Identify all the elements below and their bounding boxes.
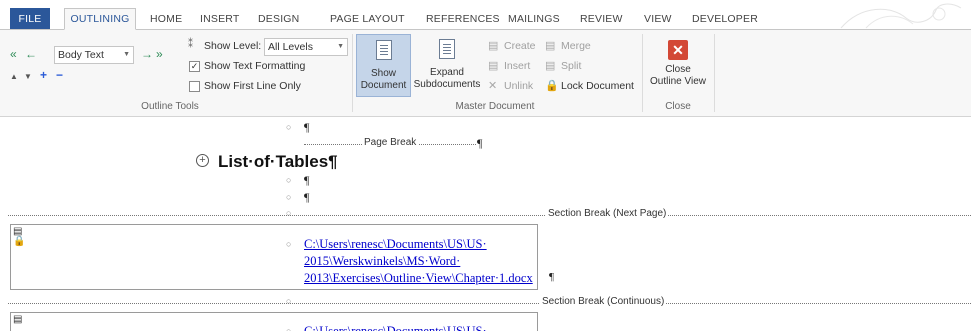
- tab-review[interactable]: REVIEW: [576, 9, 627, 30]
- move-down-icon[interactable]: ▼: [24, 70, 32, 84]
- close-outline-view-label: Close Outline View: [650, 64, 706, 87]
- expand-icon[interactable]: +: [40, 68, 47, 82]
- outline-level-select[interactable]: Body Text ▼: [54, 46, 134, 64]
- insert-button[interactable]: Insert: [504, 60, 530, 72]
- show-text-formatting-checkbox[interactable]: ✓: [189, 61, 200, 72]
- group-divider: [642, 34, 643, 112]
- expand-subdocuments-icon: [439, 39, 455, 59]
- tab-home[interactable]: HOME: [146, 9, 186, 30]
- lock-document-icon: 🔒: [545, 80, 559, 92]
- paragraph-mark: ¶: [549, 271, 554, 283]
- create-icon: ▤: [488, 40, 499, 52]
- section-break-next-page-label: Section Break (Next Page): [546, 208, 669, 219]
- lock-document-button[interactable]: Lock Document: [561, 80, 634, 92]
- tab-design[interactable]: DESIGN: [254, 9, 303, 30]
- expand-heading-icon[interactable]: +: [196, 154, 209, 167]
- paragraph-mark: ¶: [304, 120, 310, 134]
- subdocument-link[interactable]: 2013\Exercises\Outline·View\Chapter·1.do…: [304, 270, 533, 286]
- show-level-select[interactable]: All Levels ▼: [264, 38, 348, 56]
- tab-outlining[interactable]: OUTLINING: [64, 8, 136, 30]
- heading-list-of-tables: List·of·Tables¶: [218, 152, 338, 171]
- body-text-bullet-icon: ○: [286, 326, 292, 331]
- page-break-label: Page Break: [362, 137, 419, 148]
- subdocument-link[interactable]: 2015\Werskwinkels\MS·Word·: [304, 253, 460, 269]
- body-text-bullet-icon: ○: [286, 122, 292, 132]
- body-text-bullet-icon: ○: [286, 175, 292, 185]
- unlink-icon: ✕: [488, 80, 498, 92]
- show-first-line-only-checkbox[interactable]: [189, 81, 200, 92]
- section-break-continuous-label: Section Break (Continuous): [540, 296, 667, 307]
- merge-button[interactable]: Merge: [561, 40, 591, 52]
- outline-level-value: Body Text: [58, 49, 104, 61]
- tab-developer[interactable]: DEVELOPER: [688, 9, 762, 30]
- tab-references[interactable]: REFERENCES: [422, 9, 504, 30]
- close-group-label: Close: [665, 101, 691, 112]
- expand-subdocuments-button[interactable]: Expand Subdocuments: [412, 34, 482, 97]
- tab-insert[interactable]: INSERT: [196, 9, 244, 30]
- body-text-bullet-icon: ○: [286, 239, 292, 249]
- document-area[interactable]: ○ ¶ Page Break ¶ + List·of·Tables¶ ○ ¶ ○…: [0, 118, 971, 331]
- promote-icon[interactable]: ←: [25, 47, 37, 61]
- section-break-line: [8, 215, 971, 216]
- demote-icon[interactable]: →: [141, 47, 153, 61]
- outline-tools-group-label: Outline Tools: [141, 101, 199, 112]
- show-text-formatting-label: Show Text Formatting: [204, 60, 306, 72]
- tab-view[interactable]: VIEW: [640, 9, 676, 30]
- decorative-swirl-icon: [840, 3, 962, 29]
- group-divider: [714, 34, 715, 112]
- subdocument-link[interactable]: C:\Users\renesc\Documents\US\US·: [304, 323, 487, 331]
- show-document-button[interactable]: Show Document: [356, 34, 411, 97]
- subdocument-icon: ▤: [13, 314, 23, 325]
- split-icon: ▤: [545, 60, 556, 72]
- show-level-icon: ⁑: [188, 39, 193, 50]
- unlink-button[interactable]: Unlink: [504, 80, 533, 92]
- chevron-down-icon: ▼: [123, 51, 130, 58]
- tab-page-layout[interactable]: PAGE LAYOUT: [326, 9, 409, 30]
- group-divider: [352, 34, 353, 112]
- merge-icon: ▤: [545, 40, 556, 52]
- chevron-down-icon: ▼: [337, 43, 344, 50]
- expand-subdocuments-label: Expand Subdocuments: [413, 67, 481, 90]
- section-break-line: [8, 303, 971, 304]
- paragraph-mark: ¶: [477, 136, 483, 150]
- body-text-bullet-icon: ○: [286, 296, 292, 306]
- demote-to-body-text-icon[interactable]: »: [156, 47, 163, 61]
- body-text-bullet-icon: ○: [286, 192, 292, 202]
- body-text-bullet-icon: ○: [286, 208, 292, 218]
- tab-mailings[interactable]: MAILINGS: [504, 9, 564, 30]
- create-button[interactable]: Create: [504, 40, 536, 52]
- lock-icon: 🔒: [13, 236, 26, 247]
- tab-file[interactable]: FILE: [10, 8, 50, 30]
- show-level-label: Show Level:: [204, 40, 262, 52]
- show-level-value: All Levels: [268, 41, 313, 53]
- master-document-group-label: Master Document: [455, 101, 535, 112]
- close-icon: ✕: [668, 40, 688, 60]
- move-up-icon[interactable]: ▲: [10, 70, 18, 84]
- ribbon-tabs: FILE OUTLINING HOME INSERT DESIGN PAGE L…: [0, 0, 971, 30]
- subdocument-link[interactable]: C:\Users\renesc\Documents\US\US·: [304, 236, 487, 252]
- collapse-icon[interactable]: −: [56, 68, 63, 82]
- ribbon: « ← Body Text ▼ → » ▲ ▼ + − ⁑ Show Level…: [0, 29, 971, 117]
- insert-icon: ▤: [488, 60, 499, 72]
- show-document-icon: [375, 40, 392, 60]
- show-first-line-only-label: Show First Line Only: [204, 80, 301, 92]
- show-document-label: Show Document: [360, 68, 407, 91]
- close-outline-view-button[interactable]: ✕ Close Outline View: [646, 34, 710, 97]
- promote-to-heading-1-icon[interactable]: «: [10, 47, 17, 61]
- paragraph-mark: ¶: [304, 190, 310, 204]
- paragraph-mark: ¶: [304, 173, 310, 187]
- split-button[interactable]: Split: [561, 60, 581, 72]
